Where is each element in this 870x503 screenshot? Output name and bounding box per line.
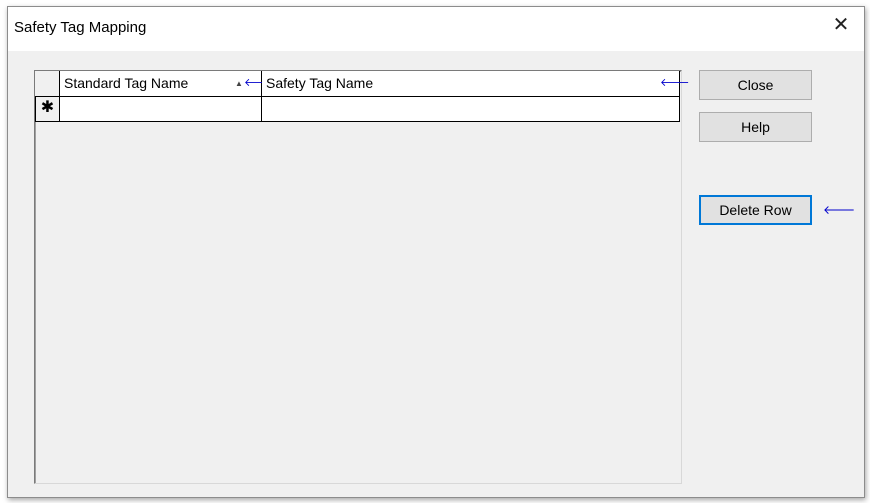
window-title: Safety Tag Mapping xyxy=(14,19,147,36)
safety-tag-name-cell[interactable] xyxy=(262,97,680,122)
sort-ascending-icon: ▲ xyxy=(235,79,243,88)
column-header-standard-tag-name[interactable]: Standard Tag Name ▲ 🡐 xyxy=(60,71,274,97)
help-button[interactable]: Help xyxy=(699,112,812,142)
left-arrow-icon: 🡐 xyxy=(660,77,690,89)
new-row-marker-icon[interactable]: ✱ xyxy=(35,97,60,122)
safety-tag-mapping-dialog: Safety Tag Mapping ✕ Standard Tag Name ▲… xyxy=(7,6,865,498)
grid-header-row: Standard Tag Name ▲ 🡐 Safety Tag Name 🡐 xyxy=(35,71,690,97)
grid-corner-cell[interactable] xyxy=(35,71,60,97)
column-header-label: Safety Tag Name xyxy=(266,75,374,91)
left-arrow-icon: 🡐 xyxy=(823,203,856,217)
close-button[interactable]: Close xyxy=(699,70,812,100)
title-bar: Safety Tag Mapping ✕ xyxy=(8,7,864,51)
column-header-safety-tag-name[interactable]: Safety Tag Name 🡐 xyxy=(262,71,690,97)
close-icon[interactable]: ✕ xyxy=(818,7,864,41)
delete-row-button[interactable]: Delete Row xyxy=(699,195,812,225)
column-header-label: Standard Tag Name xyxy=(64,75,189,91)
tag-mapping-grid[interactable]: Standard Tag Name ▲ 🡐 Safety Tag Name 🡐 … xyxy=(34,70,690,484)
standard-tag-name-cell[interactable] xyxy=(60,97,262,122)
